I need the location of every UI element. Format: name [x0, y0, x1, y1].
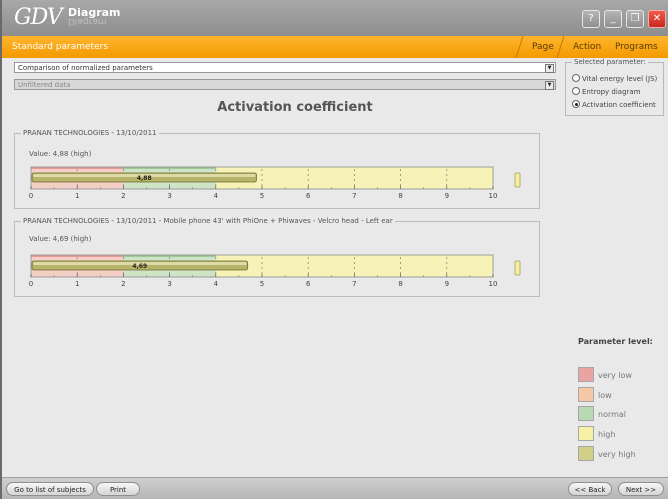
window-border	[0, 0, 2, 499]
scale-tick-label: 5	[260, 192, 264, 200]
value-bar-label: 4,88	[137, 175, 152, 182]
page-title: Activation coefficient	[217, 100, 373, 115]
activation-scale: 0 1 2 3 4 5 6 7 8 9 10 4,88	[29, 166, 521, 200]
title-bar: GDV Diagram Diagram ? _ ❐ ✕	[2, 0, 668, 36]
parameter-level-title: Parameter level:	[578, 337, 653, 346]
radio-label: Entropy diagram	[582, 88, 641, 96]
app-subtitle-reflection: Diagram	[68, 16, 107, 26]
menu-separator	[556, 36, 565, 58]
scale-tick-label: 8	[398, 192, 402, 200]
scale-tick-label: 3	[167, 280, 171, 288]
scale-tick-label: 3	[167, 192, 171, 200]
scale-tick-label: 8	[398, 280, 402, 288]
section-title: Standard parameters	[12, 42, 109, 52]
radio-icon[interactable]	[572, 87, 580, 95]
back-button[interactable]: << Back	[568, 482, 612, 496]
app-window: GDV Diagram Diagram ? _ ❐ ✕ Standard par…	[0, 0, 668, 499]
next-button[interactable]: Next >>	[618, 482, 664, 496]
close-icon[interactable]: ✕	[648, 10, 666, 28]
comparison-select-value: Comparison of normalized parameters	[18, 64, 153, 72]
chevron-down-icon[interactable]: ▼	[545, 64, 554, 73]
data-filter-select-value: Unfiltered data	[18, 81, 71, 89]
level-swatch-very-high	[578, 446, 594, 461]
minimize-icon[interactable]: _	[604, 10, 622, 28]
level-label-very-low: very low	[598, 371, 632, 380]
bottom-bar: Go to list of subjects Print << Back Nex…	[2, 477, 668, 499]
restore-icon[interactable]: ❐	[626, 10, 644, 28]
scale-tick-label: 2	[121, 192, 125, 200]
activation-scale: 0 1 2 3 4 5 6 7 8 9 10 4,69	[29, 254, 521, 288]
help-icon[interactable]: ?	[582, 10, 600, 28]
radio-vital-energy[interactable]: Vital energy level (JS)	[572, 74, 657, 83]
scale-tick-label: 6	[306, 192, 311, 200]
scale-tick-label: 7	[352, 192, 356, 200]
scale-tick-label: 0	[29, 192, 33, 200]
level-swatch-low	[578, 387, 594, 402]
radio-entropy-diagram[interactable]: Entropy diagram	[572, 87, 641, 96]
print-button[interactable]: Print	[96, 482, 140, 496]
level-label-normal: normal	[598, 410, 627, 419]
menu-separator	[515, 36, 524, 58]
scale-tick-label: 9	[445, 280, 449, 288]
scale-tick-label: 4	[214, 280, 219, 288]
scale-tick-label: 0	[29, 280, 33, 288]
scale-tick-label: 10	[489, 280, 498, 288]
scale-tick-label: 2	[121, 280, 125, 288]
level-label-very-high: very high	[598, 450, 636, 459]
scale-tick-label: 6	[306, 280, 311, 288]
scale-tick-label: 1	[75, 192, 79, 200]
radio-icon[interactable]	[572, 100, 580, 108]
radio-label: Vital energy level (JS)	[582, 75, 658, 83]
menu-page[interactable]: Page	[532, 42, 554, 52]
scale-tick-label: 4	[214, 192, 219, 200]
app-logo: GDV	[14, 5, 63, 30]
radio-activation-coefficient[interactable]: Activation coefficient	[572, 100, 656, 109]
scale-tick-label: 10	[489, 192, 498, 200]
scale-tick-label: 7	[352, 280, 356, 288]
measurement-panel-2: PRANAN TECHNOLOGIES - 13/10/2011 - Mobil…	[14, 217, 540, 297]
menu-bar: Standard parameters Page Action Programs	[2, 36, 668, 58]
level-label-high: high	[598, 430, 616, 439]
level-swatch-high	[578, 426, 594, 441]
menu-action[interactable]: Action	[573, 42, 601, 52]
selected-parameter-legend: Selected parameter:	[572, 58, 648, 66]
go-to-list-button[interactable]: Go to list of subjects	[6, 482, 94, 496]
radio-label: Activation coefficient	[582, 101, 656, 109]
menu-programs[interactable]: Programs	[615, 42, 658, 52]
scale-tick-label: 1	[75, 280, 79, 288]
selected-parameter-group: Selected parameter: Vital energy level (…	[565, 58, 664, 116]
level-indicator	[514, 172, 521, 188]
data-filter-select[interactable]: Unfiltered data ▼	[14, 79, 556, 90]
level-indicator	[514, 260, 521, 276]
level-swatch-normal	[578, 406, 594, 421]
level-swatch-very-low	[578, 367, 594, 382]
scale-tick-label: 5	[260, 280, 264, 288]
radio-icon[interactable]	[572, 74, 580, 82]
scale-tick-label: 9	[445, 192, 449, 200]
value-bar-label: 4,69	[132, 263, 147, 270]
measurement-panel-1: PRANAN TECHNOLOGIES - 13/10/2011 Value: …	[14, 129, 540, 209]
level-label-low: low	[598, 391, 612, 400]
comparison-select[interactable]: Comparison of normalized parameters ▼	[14, 62, 556, 73]
chevron-down-icon[interactable]: ▼	[545, 81, 554, 90]
